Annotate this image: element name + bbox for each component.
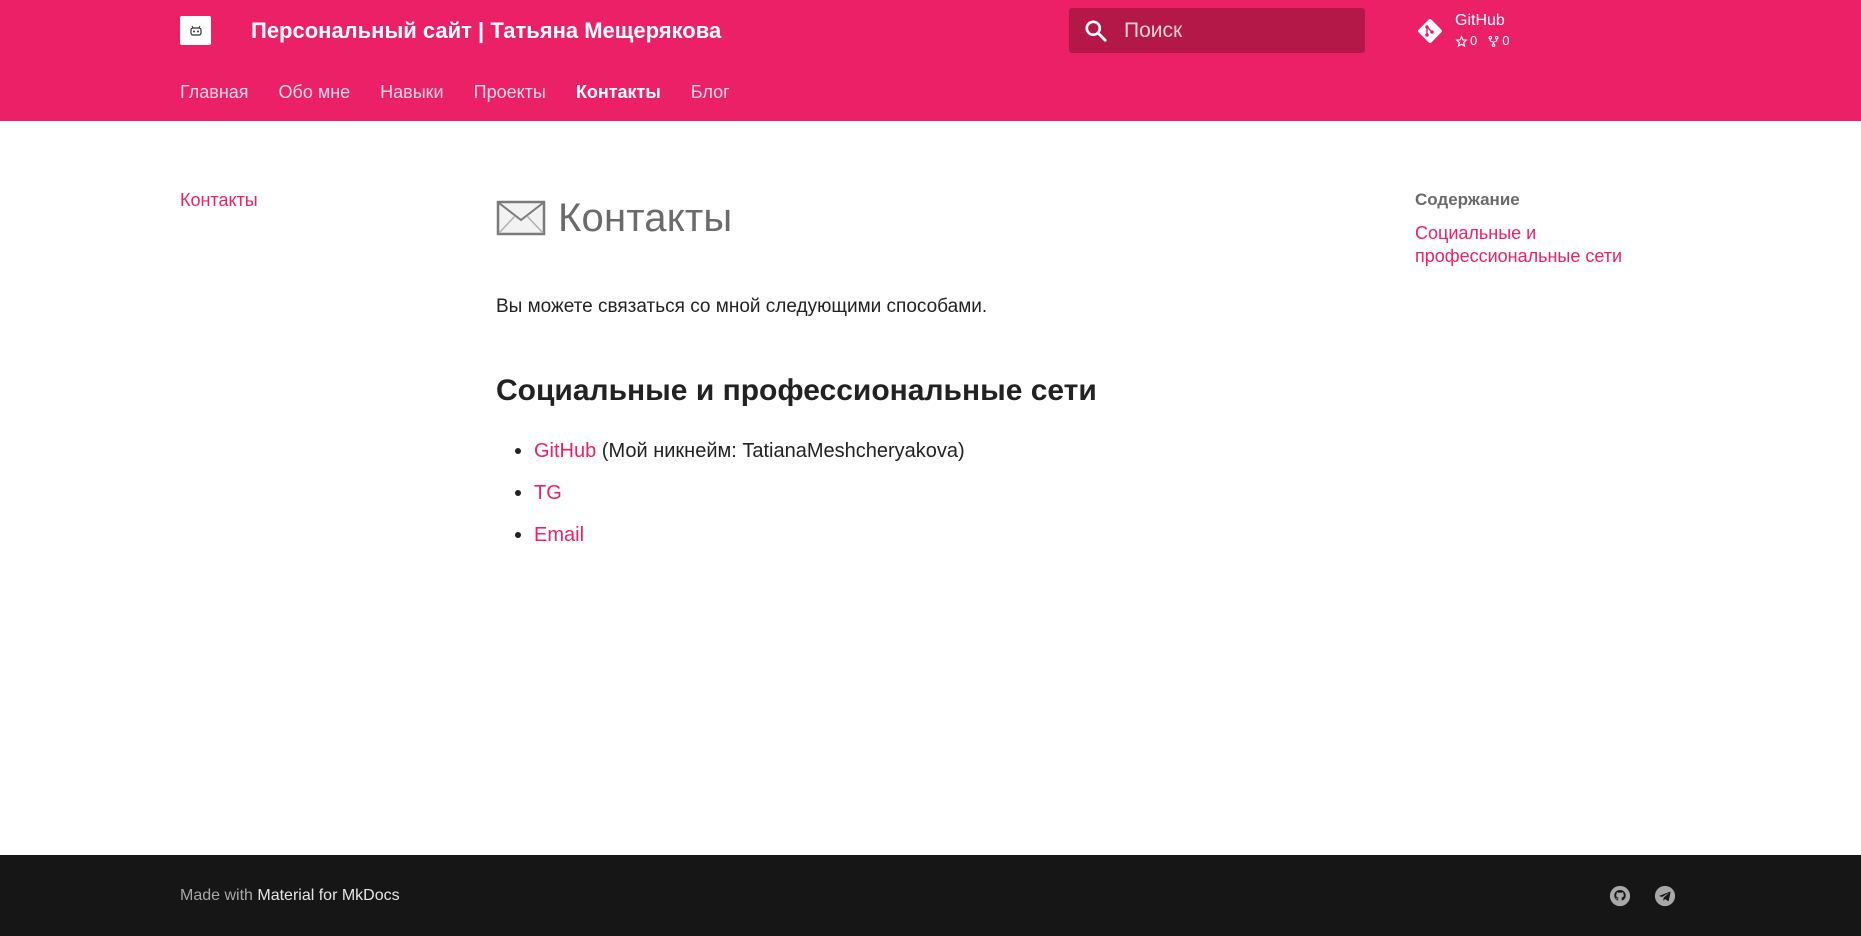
repo-facts: 0 0 [1455,33,1509,49]
contacts-list: GitHub (Мой никнейм: TatianaMeshcheryako… [496,436,965,562]
fork-icon [1488,35,1499,47]
github-link[interactable]: GitHub [534,440,596,462]
list-item: Email [496,520,965,562]
search-input[interactable] [1124,8,1354,53]
repo-name: GitHub [1455,12,1505,29]
toc-title: Содержание [1415,190,1520,209]
repo-forks: 0 [1487,33,1509,49]
intro-text: Вы можете связаться со мной следующими с… [496,296,988,317]
tab-skills[interactable]: Навыки [380,80,443,104]
telegram-icon[interactable] [1654,885,1676,907]
tab-home[interactable]: Главная [180,80,249,104]
list-item: TG [496,478,965,520]
material-mkdocs-link[interactable]: Material for MkDocs [257,887,399,904]
page-title-text: Контакты [558,195,733,240]
repo-stars: 0 [1455,33,1477,49]
header: Персональный сайт | Татьяна Мещерякова G… [0,0,1861,121]
tab-contacts[interactable]: Контакты [576,80,661,104]
nav-tabs: Главная Обо мне Навыки Проекты Контакты … [180,80,760,104]
tab-about[interactable]: Обо мне [279,80,351,104]
git-icon [1418,19,1442,43]
site-title: Персональный сайт | Татьяна Мещерякова [251,18,722,43]
page-title: Контакты [496,188,732,248]
star-icon [1455,34,1468,47]
logo-icon [189,25,202,36]
github-icon[interactable] [1609,885,1631,907]
email-link[interactable]: Email [534,524,584,546]
footer: Made with Material for MkDocs [0,855,1861,936]
made-with-prefix: Made with [180,887,258,904]
search-box[interactable] [1069,8,1365,53]
made-with-text: Made with Material for MkDocs [180,885,400,907]
search-icon [1085,20,1107,42]
left-sidebar: Контакты [180,188,440,212]
list-item: GitHub (Мой никнейм: TatianaMeshcheryako… [496,436,965,478]
tab-projects[interactable]: Проекты [474,80,546,104]
site-logo[interactable] [180,16,211,45]
section-heading: Социальные и профессиональные сети [496,374,1097,407]
repo-stars-count: 0 [1470,33,1478,48]
sidebar-item-contacts[interactable]: Контакты [180,190,258,210]
telegram-link[interactable]: TG [534,482,562,504]
table-of-contents: Содержание Социальные и профессиональные… [1415,188,1655,268]
toc-item-social-networks[interactable]: Социальные и профессиональные сети [1415,222,1655,268]
envelope-icon [496,200,546,236]
repo-link[interactable]: GitHub 0 0 [1413,10,1533,54]
tab-blog[interactable]: Блог [691,80,730,104]
repo-forks-count: 0 [1502,33,1510,48]
github-note: (Мой никнейм: TatianaMeshcheryakova) [596,440,965,462]
